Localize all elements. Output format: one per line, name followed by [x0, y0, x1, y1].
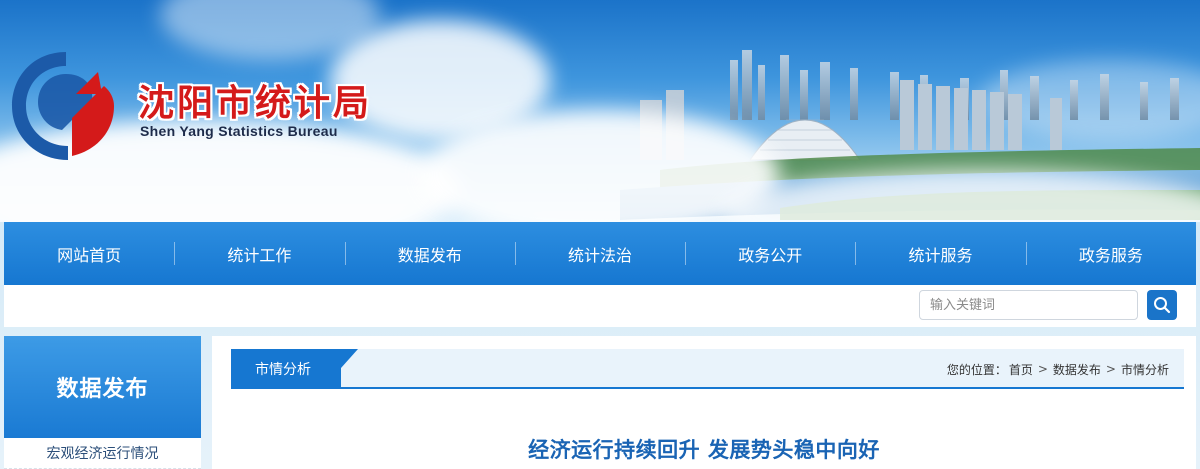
nav-item-government-affairs-open[interactable]: 政务公开 — [685, 222, 855, 285]
nav-item-statistics-service[interactable]: 统计服务 — [855, 222, 1025, 285]
search-icon — [1154, 297, 1171, 314]
main-content: 市情分析 您的位置： 首页 > 数据发布 > 市情分析 经济运行持续回升 发展势… — [212, 336, 1196, 469]
breadcrumb-prefix: 您的位置： — [946, 362, 1007, 377]
tab-market-analysis[interactable]: 市情分析 — [231, 349, 341, 389]
sidebar-heading: 数据发布 — [4, 336, 201, 438]
header-banner: 沈阳市统计局 Shen Yang Statistics Bureau — [0, 0, 1200, 222]
bureau-logo-icon — [12, 52, 114, 160]
nav-item-home[interactable]: 网站首页 — [4, 222, 174, 285]
sidebar: 数据发布 宏观经济运行情况 — [4, 336, 201, 469]
breadcrumb-link-market-analysis[interactable]: 市情分析 — [1121, 361, 1169, 378]
breadcrumb-link-home[interactable]: 首页 — [1009, 361, 1033, 378]
search-button[interactable] — [1147, 290, 1177, 320]
search-bar — [4, 285, 1196, 327]
site-title: 沈阳市统计局 — [138, 82, 373, 124]
breadcrumb-link-data-release[interactable]: 数据发布 — [1053, 361, 1101, 378]
sidebar-item-macro-economy[interactable]: 宏观经济运行情况 — [4, 438, 201, 469]
nav-item-government-service[interactable]: 政务服务 — [1025, 222, 1196, 285]
site-subtitle: Shen Yang Statistics Bureau — [140, 123, 338, 139]
main-nav: 网站首页 统计工作 数据发布 统计法治 政务公开 统计服务 政务服务 — [4, 222, 1196, 285]
breadcrumb-separator: > — [1037, 362, 1048, 376]
article-title: 经济运行持续回升 发展势头稳中向好 — [528, 438, 880, 462]
breadcrumb-separator: > — [1105, 362, 1116, 376]
nav-item-data-release[interactable]: 数据发布 — [344, 222, 515, 285]
tab-decoration — [341, 349, 358, 368]
nav-item-statistics-work[interactable]: 统计工作 — [174, 222, 344, 285]
section-header: 市情分析 您的位置： 首页 > 数据发布 > 市情分析 — [231, 349, 1184, 389]
breadcrumb: 您的位置： 首页 > 数据发布 > 市情分析 — [946, 349, 1170, 389]
nav-item-statistics-law[interactable]: 统计法治 — [514, 222, 685, 285]
search-input[interactable] — [919, 290, 1138, 320]
